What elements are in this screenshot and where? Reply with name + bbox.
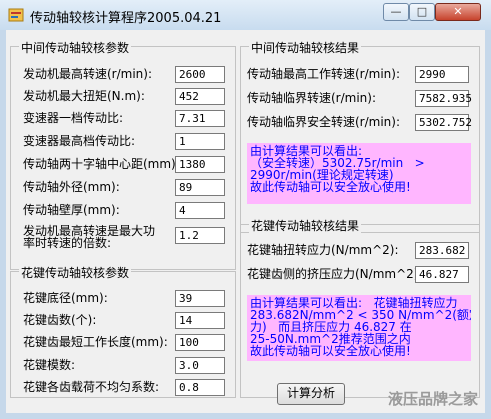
intermediate-shaft-result-text: 由计算结果可以看出: （安全转速）5302.75r/min > 2990r/mi…: [247, 143, 471, 204]
load-unevenness-label: 花键各齿载荷不均匀系数:: [23, 380, 160, 394]
spline-torsional-stress-output[interactable]: 283.682: [415, 242, 469, 259]
spline-teeth-count-label: 花键齿数(个):: [23, 313, 97, 327]
critical-speed-label: 传动轴临界转速(r/min):: [247, 91, 377, 105]
app-icon: [8, 8, 24, 22]
app-window: 传动轴较核计算程序2005.04.21 — □ ✕ 中间传动轴较核参数 发动机最…: [0, 0, 491, 419]
close-button[interactable]: ✕: [435, 3, 481, 21]
spline-working-length-input[interactable]: 100: [175, 334, 225, 351]
speed-multiple-input[interactable]: 1.2: [175, 227, 225, 244]
spline-module-label: 花键模数:: [23, 358, 76, 372]
critical-safe-speed-output[interactable]: 5302.752: [415, 114, 472, 131]
critical-safe-speed-label: 传动轴临界安全转速(r/min):: [247, 115, 401, 129]
top-gear-ratio-label: 变速器最高档传动比:: [23, 134, 136, 148]
spline-torsional-stress-label: 花键轴扭转应力(N/mm^2):: [247, 243, 399, 257]
shaft-wall-thickness-input[interactable]: 4: [175, 202, 225, 219]
speed-multiple-label-line2: 率时转速的倍数:: [23, 236, 112, 250]
spline-bearing-stress-label: 花键齿侧的挤压应力(N/mm^2):: [247, 267, 423, 281]
engine-max-torque-input[interactable]: 452: [175, 88, 225, 105]
intermediate-shaft-results-group: 中间传动轴较核结果 传动轴最高工作转速(r/min): 2990 传动轴临界转速…: [240, 39, 480, 233]
group-title: 中间传动轴较核参数: [19, 39, 132, 56]
shaft-outer-diameter-input[interactable]: 89: [175, 179, 225, 196]
spline-bearing-stress-output[interactable]: 46.827: [415, 266, 469, 283]
calculate-button[interactable]: 计算分析: [277, 383, 345, 405]
client-area: 中间传动轴较核参数 发动机最高转速(r/min): 2600 发动机最大扭矩(N…: [6, 30, 485, 413]
engine-max-torque-label: 发动机最大扭矩(N.m):: [23, 89, 145, 103]
window-title: 传动轴较核计算程序2005.04.21: [30, 11, 222, 26]
spline-module-input[interactable]: 3.0: [175, 357, 225, 374]
load-unevenness-input[interactable]: 0.8: [175, 379, 225, 396]
spline-shaft-results-group: 花键传动轴较核结果 花键轴扭转应力(N/mm^2): 283.682 花键齿侧的…: [240, 217, 480, 398]
spline-working-length-label: 花键齿最短工作长度(mm):: [23, 335, 168, 349]
critical-speed-output[interactable]: 7582.935: [415, 90, 472, 107]
spline-root-diameter-input[interactable]: 39: [175, 290, 225, 307]
max-working-speed-label: 传动轴最高工作转速(r/min):: [247, 67, 401, 81]
maximize-button[interactable]: □: [409, 3, 435, 21]
spline-root-diameter-label: 花键底径(mm):: [23, 291, 108, 305]
engine-max-speed-input[interactable]: 2600: [175, 66, 225, 83]
group-title: 花键传动轴较核参数: [19, 264, 132, 281]
group-title: 中间传动轴较核结果: [249, 39, 362, 56]
spline-shaft-result-text: 由计算结果可以看出: 花键轴扭转应力 283.682N/mm^2 < 350 N…: [247, 295, 471, 361]
shaft-outer-diameter-label: 传动轴外径(mm):: [23, 180, 120, 194]
first-gear-ratio-label: 变速器一档传动比:: [23, 111, 124, 125]
spline-shaft-params-group: 花键传动轴较核参数 花键底径(mm): 39 花键齿数(个): 14 花键齿最短…: [10, 264, 236, 398]
minimize-button[interactable]: —: [383, 3, 409, 21]
intermediate-shaft-params-group: 中间传动轴较核参数 发动机最高转速(r/min): 2600 发动机最大扭矩(N…: [10, 39, 236, 270]
shaft-wall-thickness-label: 传动轴壁厚(mm):: [23, 203, 120, 217]
max-working-speed-output[interactable]: 2990: [415, 66, 469, 83]
watermark-text: 液压品牌之家: [388, 390, 479, 408]
title-bar[interactable]: 传动轴较核计算程序2005.04.21 — □ ✕: [0, 0, 491, 30]
cross-center-distance-input[interactable]: 1380: [175, 156, 225, 173]
cross-center-distance-label: 传动轴两十字轴中心距(mm):: [23, 157, 180, 171]
first-gear-ratio-input[interactable]: 7.31: [175, 110, 225, 127]
engine-max-speed-label: 发动机最高转速(r/min):: [23, 67, 153, 81]
group-title: 花键传动轴较核结果: [249, 217, 362, 234]
spline-teeth-count-input[interactable]: 14: [175, 312, 225, 329]
top-gear-ratio-input[interactable]: 1: [175, 133, 225, 150]
